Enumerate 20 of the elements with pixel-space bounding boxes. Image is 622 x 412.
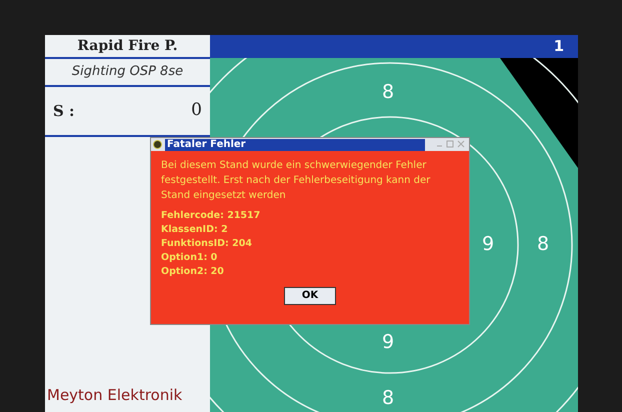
ring-number: 8 — [382, 80, 394, 105]
error-detail: KlassenID: 2 — [161, 223, 229, 237]
error-detail: Option1: 0 — [161, 251, 218, 265]
lane-number: 1 — [554, 36, 564, 58]
app-icon — [153, 140, 162, 149]
error-detail: FunktionsID: 204 — [161, 237, 253, 251]
error-detail: Option2: 20 — [161, 265, 225, 279]
score-value: 0 — [191, 99, 202, 122]
mode-label: Sighting OSP 8se — [72, 63, 184, 82]
dialog-title: Fataler Fehler — [165, 138, 425, 150]
ring-number: 8 — [382, 386, 394, 411]
score-label: S : — [53, 100, 75, 122]
ring-number: 8 — [537, 232, 550, 257]
brand-footer: Meyton Elektronik — [45, 384, 210, 412]
ring-number: 9 — [482, 232, 494, 257]
error-message: Bei diesem Stand wurde ein schwerwiegender Fehler festgestellt. Erst nach der Fehlerbeseitigung kann der Stand eingesetzt werden — [161, 159, 432, 203]
ok-button[interactable]: OK — [284, 287, 336, 305]
discipline-title: Rapid Fire P. — [77, 36, 178, 56]
ring-number: 9 — [382, 330, 394, 355]
error-detail: Fehlercode: 21517 — [161, 209, 262, 223]
